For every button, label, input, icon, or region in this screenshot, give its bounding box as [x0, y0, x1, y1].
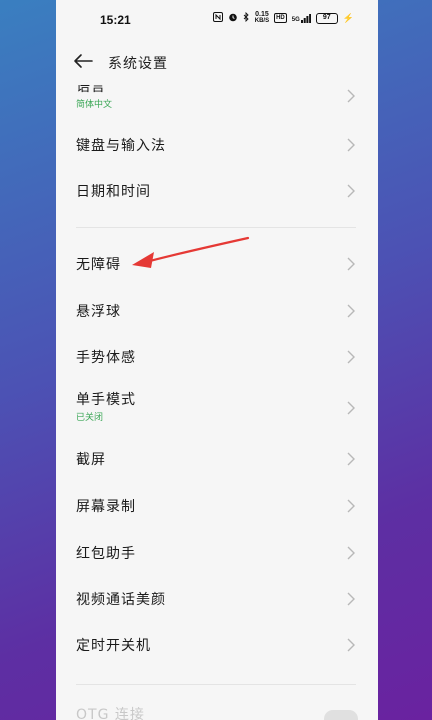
network-speed-unit: KB/S	[254, 18, 270, 24]
phone-screen: 15:21 0.15 KB/S HD 5G 97 ⚡ 系统设置 语言 简体中文 …	[56, 0, 378, 720]
item-label: 单手模式	[76, 392, 136, 408]
item-label: 定时开关机	[76, 638, 151, 654]
chevron-right-icon	[347, 592, 355, 606]
item-label: 视频通话美颜	[76, 592, 166, 608]
status-icons: 0.15 KB/S HD 5G 97 ⚡	[212, 11, 354, 24]
nfc-icon	[212, 12, 223, 24]
battery-level: 97	[322, 14, 331, 21]
network-speed: 0.15 KB/S	[254, 11, 270, 24]
section-divider	[76, 684, 356, 685]
item-sub: 已关闭	[76, 413, 104, 423]
settings-item-language[interactable]: 语言 简体中文	[56, 80, 378, 116]
chevron-right-icon	[347, 304, 355, 318]
bluetooth-icon	[243, 11, 250, 24]
settings-item-floating-ball[interactable]: 悬浮球	[56, 289, 378, 333]
alarm-icon	[228, 12, 238, 24]
settings-item-one-hand-mode[interactable]: 单手模式 已关闭	[56, 383, 378, 433]
back-arrow-icon[interactable]	[72, 50, 94, 72]
settings-item-red-packet-assistant[interactable]: 红包助手	[56, 531, 378, 575]
battery-icon: 97	[315, 12, 338, 24]
section-divider	[76, 227, 356, 228]
chevron-right-icon	[347, 89, 355, 103]
charging-icon: ⚡	[342, 12, 354, 23]
item-label: 截屏	[76, 452, 106, 468]
chevron-right-icon	[347, 546, 355, 560]
settings-item-screenshot[interactable]: 截屏	[56, 437, 378, 481]
settings-item-accessibility[interactable]: 无障碍	[56, 242, 378, 286]
item-label: 屏幕录制	[76, 499, 136, 515]
item-label: 键盘与输入法	[76, 138, 166, 154]
settings-item-video-call-beauty[interactable]: 视频通话美颜	[56, 577, 378, 621]
chevron-right-icon	[347, 452, 355, 466]
chevron-right-icon	[347, 499, 355, 513]
status-bar: 15:21 0.15 KB/S HD 5G 97 ⚡	[56, 0, 378, 40]
chevron-right-icon	[347, 401, 355, 415]
settings-item-gestures[interactable]: 手势体感	[56, 335, 378, 379]
item-label: 日期和时间	[76, 184, 151, 200]
settings-item-scheduled-power[interactable]: 定时开关机	[56, 623, 378, 667]
signal-icon: 5G	[291, 13, 311, 23]
hd-badge: HD	[274, 13, 287, 23]
chevron-right-icon	[347, 138, 355, 152]
header: 系统设置	[56, 44, 378, 80]
signal-label: 5G	[291, 16, 300, 23]
item-label: 无障碍	[76, 257, 121, 273]
settings-item-date-time[interactable]: 日期和时间	[56, 170, 378, 212]
item-label: 红包助手	[76, 546, 136, 562]
chevron-right-icon	[347, 350, 355, 364]
item-label: 手势体感	[76, 350, 136, 366]
item-label: OTG 连接	[76, 707, 145, 720]
item-label: 悬浮球	[76, 304, 121, 320]
item-sub: 简体中文	[76, 100, 113, 110]
chevron-right-icon	[347, 184, 355, 198]
otg-toggle[interactable]	[324, 710, 358, 720]
chevron-right-icon	[347, 638, 355, 652]
settings-item-keyboard[interactable]: 键盘与输入法	[56, 124, 378, 166]
status-time: 15:21	[100, 13, 131, 27]
chevron-right-icon	[347, 257, 355, 271]
settings-item-screen-recording[interactable]: 屏幕录制	[56, 484, 378, 528]
page-title: 系统设置	[108, 56, 168, 72]
